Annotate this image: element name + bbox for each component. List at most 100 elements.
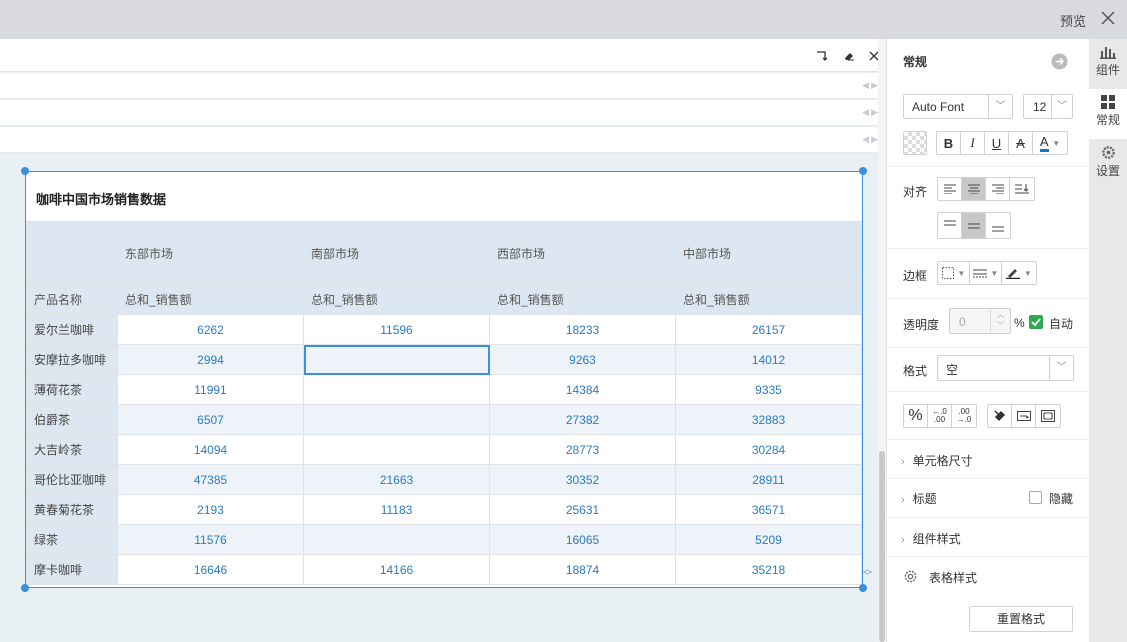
percent-button[interactable]: % bbox=[904, 405, 928, 427]
resize-handle[interactable] bbox=[21, 167, 29, 175]
value-cell[interactable]: 16065 bbox=[489, 524, 676, 555]
font-color-button[interactable]: A ▼ bbox=[1033, 132, 1067, 154]
reset-format-button[interactable]: 重置格式 bbox=[969, 606, 1073, 632]
format-painter-icon[interactable] bbox=[988, 405, 1012, 427]
wrap-text-icon[interactable] bbox=[1012, 405, 1036, 427]
border-color-button[interactable]: ▼ bbox=[1002, 262, 1036, 284]
auto-checkbox[interactable] bbox=[1029, 315, 1043, 329]
value-cell[interactable]: 18233 bbox=[489, 314, 676, 345]
stepper-icon[interactable]: ︿ ﹀ bbox=[990, 309, 1010, 333]
align-bottom-icon[interactable] bbox=[986, 213, 1010, 238]
value-cell[interactable]: 5209 bbox=[675, 524, 862, 555]
value-cell[interactable]: 9335 bbox=[675, 374, 862, 405]
region-header[interactable]: 中部市场 bbox=[675, 221, 862, 285]
tab-settings[interactable]: 设置 bbox=[1089, 139, 1127, 189]
value-cell[interactable]: 35218 bbox=[675, 554, 862, 585]
value-cell[interactable] bbox=[303, 524, 490, 555]
value-cell[interactable]: 18874 bbox=[489, 554, 676, 585]
value-cell[interactable]: 11596 bbox=[303, 314, 490, 345]
align-center-icon[interactable] bbox=[962, 178, 986, 200]
bold-button[interactable]: B bbox=[937, 132, 961, 154]
value-cell[interactable]: 25631 bbox=[489, 494, 676, 525]
value-cell[interactable]: 30352 bbox=[489, 464, 676, 495]
table-widget[interactable]: 咖啡中国市场销售数据 东部市场 南部市场 西部市场 中部市场 产品名称 总和_销… bbox=[25, 171, 863, 588]
value-cell[interactable]: 14384 bbox=[489, 374, 676, 405]
row-dimension-header[interactable]: 产品名称 bbox=[26, 284, 118, 315]
resize-handle[interactable] bbox=[21, 584, 29, 592]
measure-header[interactable]: 总和_销售额 bbox=[117, 284, 304, 315]
value-cell[interactable]: 16646 bbox=[117, 554, 304, 585]
value-cell[interactable]: 47385 bbox=[117, 464, 304, 495]
value-cell[interactable]: 2994 bbox=[117, 344, 304, 375]
field-row-1[interactable]: ◀▶ bbox=[0, 73, 886, 99]
product-name-cell[interactable]: 绿茶 bbox=[26, 524, 118, 555]
text-wrap-icon[interactable] bbox=[1010, 178, 1034, 200]
product-name-cell[interactable]: 伯爵茶 bbox=[26, 404, 118, 435]
product-name-cell[interactable]: 大吉岭茶 bbox=[26, 434, 118, 465]
value-cell[interactable]: 14166 bbox=[303, 554, 490, 585]
value-cell[interactable]: 2193 bbox=[117, 494, 304, 525]
resize-handle[interactable] bbox=[859, 584, 867, 592]
title-section[interactable]: › 标题 隐藏 bbox=[887, 479, 1089, 518]
scrollbar-thumb[interactable] bbox=[879, 451, 885, 642]
value-cell[interactable]: 32883 bbox=[675, 404, 862, 435]
value-cell[interactable]: 36571 bbox=[675, 494, 862, 525]
arrow-right-circle-icon[interactable] bbox=[1051, 53, 1068, 70]
field-row-3[interactable]: ◀▶ bbox=[0, 127, 886, 153]
measure-header[interactable]: 总和_销售额 bbox=[675, 284, 862, 315]
hide-title-checkbox[interactable] bbox=[1029, 491, 1042, 504]
measure-header[interactable]: 总和_销售额 bbox=[489, 284, 676, 315]
align-top-icon[interactable] bbox=[938, 213, 962, 238]
border-style-button[interactable]: ▼ bbox=[938, 262, 970, 284]
background-color-button[interactable] bbox=[903, 131, 927, 155]
table-style-label[interactable]: 表格样式 bbox=[929, 569, 977, 586]
align-right-icon[interactable] bbox=[986, 178, 1010, 200]
chevron-down-icon[interactable]: ﹀ bbox=[1051, 95, 1072, 118]
strikethrough-button[interactable]: A bbox=[1009, 132, 1033, 154]
product-name-cell[interactable]: 黄春菊花茶 bbox=[26, 494, 118, 525]
value-cell[interactable]: 11183 bbox=[303, 494, 490, 525]
value-cell[interactable] bbox=[303, 404, 490, 435]
value-cell[interactable]: 11991 bbox=[117, 374, 304, 405]
region-header[interactable]: 南部市场 bbox=[303, 221, 490, 285]
title-expander[interactable]: › 标题 bbox=[901, 490, 937, 507]
value-cell[interactable]: 26157 bbox=[675, 314, 862, 345]
value-cell[interactable] bbox=[303, 344, 490, 375]
value-cell[interactable]: 28773 bbox=[489, 434, 676, 465]
fit-cell-icon[interactable] bbox=[1036, 405, 1060, 427]
value-cell[interactable]: 27382 bbox=[489, 404, 676, 435]
underline-button[interactable]: U bbox=[985, 132, 1009, 154]
cell-size-section[interactable]: › 单元格尺寸 bbox=[887, 440, 1089, 479]
close-icon[interactable] bbox=[1099, 9, 1117, 27]
decrease-decimal-icon[interactable]: ←.0.00 bbox=[928, 405, 952, 427]
product-name-cell[interactable]: 哥伦比亚咖啡 bbox=[26, 464, 118, 495]
product-name-cell[interactable]: 爱尔兰咖啡 bbox=[26, 314, 118, 345]
value-cell[interactable]: 14012 bbox=[675, 344, 862, 375]
resize-handle[interactable] bbox=[859, 167, 867, 175]
tab-components[interactable]: 组件 bbox=[1089, 39, 1127, 89]
align-left-icon[interactable] bbox=[938, 178, 962, 200]
preview-button[interactable]: 预览 bbox=[1060, 11, 1086, 30]
value-cell[interactable]: 6262 bbox=[117, 314, 304, 345]
swap-axis-icon[interactable] bbox=[815, 49, 829, 63]
cell-size-expander[interactable]: › 单元格尺寸 bbox=[901, 452, 973, 469]
value-cell[interactable]: 21663 bbox=[303, 464, 490, 495]
measure-header[interactable]: 总和_销售额 bbox=[303, 284, 490, 315]
table-style-section[interactable]: 表格样式 bbox=[887, 557, 1089, 597]
eraser-icon[interactable] bbox=[842, 49, 856, 63]
border-line-button[interactable]: ▼ bbox=[970, 262, 1002, 284]
product-name-cell[interactable]: 薄荷花茶 bbox=[26, 374, 118, 405]
scroll-arrows-icon[interactable]: ︿ ﹀ bbox=[863, 565, 872, 581]
align-middle-icon[interactable] bbox=[962, 213, 986, 238]
region-header[interactable]: 西部市场 bbox=[489, 221, 676, 285]
font-family-select[interactable]: Auto Font ﹀ bbox=[903, 94, 1013, 119]
value-cell[interactable]: 11576 bbox=[117, 524, 304, 555]
format-select[interactable]: 空 ﹀ bbox=[937, 355, 1074, 381]
font-size-select[interactable]: 12 ﹀ bbox=[1023, 94, 1073, 119]
tab-general[interactable]: 常规 bbox=[1089, 89, 1127, 139]
widget-style-expander[interactable]: › 组件样式 bbox=[901, 530, 961, 547]
value-cell[interactable] bbox=[303, 374, 490, 405]
value-cell[interactable]: 6507 bbox=[117, 404, 304, 435]
value-cell[interactable] bbox=[303, 434, 490, 465]
value-cell[interactable]: 14094 bbox=[117, 434, 304, 465]
